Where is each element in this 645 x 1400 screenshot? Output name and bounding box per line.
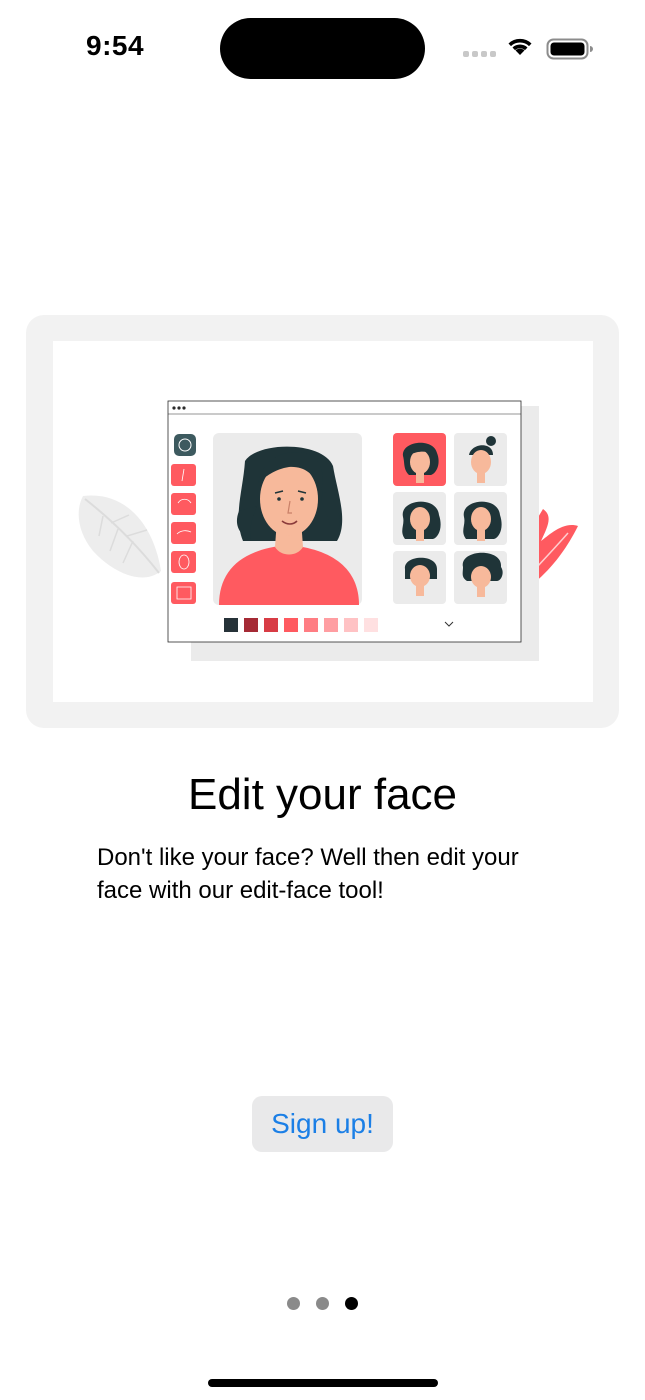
face-editor-illustration	[78, 400, 578, 661]
page-dot-2[interactable]	[316, 1297, 329, 1310]
home-indicator[interactable]	[208, 1379, 438, 1387]
status-icons	[463, 38, 593, 60]
page-control[interactable]	[287, 1297, 358, 1310]
onboarding-title: Edit your face	[187, 770, 458, 819]
onboarding-description: Don't like your face? Well then edit you…	[97, 844, 519, 904]
dynamic-island	[220, 18, 425, 79]
battery-icon	[546, 38, 593, 60]
page-dot-1[interactable]	[287, 1297, 300, 1310]
signup-button[interactable]: Sign up!	[252, 1096, 393, 1152]
status-time: 9:54	[86, 30, 145, 61]
cellular-icon	[463, 51, 496, 57]
wifi-icon	[508, 38, 532, 55]
illustration-card	[26, 315, 619, 728]
illustration-frame	[53, 341, 593, 702]
page-dot-3-active[interactable]	[345, 1297, 358, 1310]
